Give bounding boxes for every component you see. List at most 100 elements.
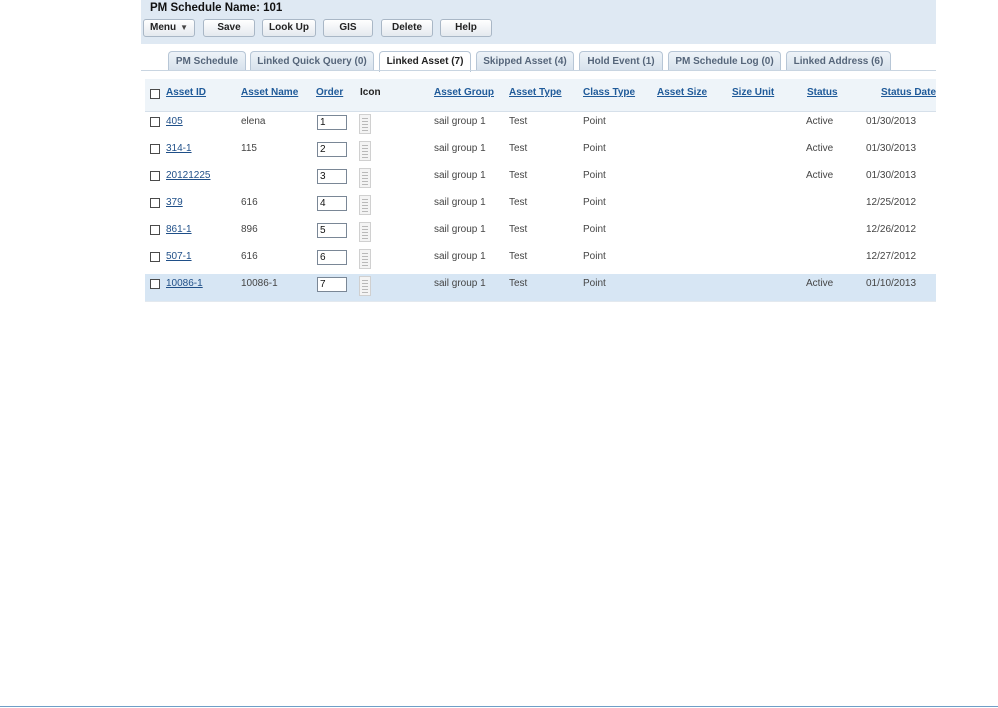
header-size-unit[interactable]: Size Unit (732, 87, 774, 98)
menu-button-label: Menu (149, 22, 177, 33)
row-checkbox[interactable] (150, 144, 160, 154)
order-input[interactable] (317, 142, 347, 157)
header-asset-size[interactable]: Asset Size (657, 87, 707, 98)
status: Active (806, 170, 834, 181)
tab-divider (141, 70, 936, 71)
asset-id-link[interactable]: 405 (166, 116, 183, 127)
header-asset-group[interactable]: Asset Group (434, 87, 494, 98)
footer-divider (0, 706, 998, 707)
header-class-type[interactable]: Class Type (583, 87, 635, 98)
gis-button[interactable]: GIS (323, 19, 373, 37)
row-checkbox[interactable] (150, 252, 160, 262)
document-icon[interactable] (359, 168, 371, 188)
asset-name: 616 (241, 251, 258, 262)
document-icon[interactable] (359, 195, 371, 215)
status-date: 12/27/2012 (866, 251, 917, 262)
status-date: 12/26/2012 (866, 224, 917, 235)
save-button[interactable]: Save (203, 19, 255, 37)
asset-type: Test (509, 170, 528, 181)
class-type: Point (583, 116, 606, 127)
select-all-checkbox[interactable] (150, 89, 160, 99)
asset-name: 115 (241, 143, 257, 154)
asset-type: Test (509, 278, 528, 289)
tab-linked-quick-query[interactable]: Linked Quick Query (0) (250, 51, 374, 71)
tab-pm-schedule-log[interactable]: PM Schedule Log (0) (668, 51, 781, 71)
status-date: 01/30/2013 (866, 116, 917, 127)
asset-id-link[interactable]: 861-1 (166, 224, 192, 235)
class-type: Point (583, 197, 606, 208)
header-icon: Icon (360, 87, 381, 98)
document-icon[interactable] (359, 141, 371, 161)
asset-type: Test (509, 224, 528, 235)
document-icon[interactable] (359, 249, 371, 269)
asset-type: Test (509, 251, 528, 262)
asset-group: sail group 1 (434, 278, 486, 289)
order-input[interactable] (317, 277, 347, 292)
table-row[interactable]: 405 elena sail group 1 Test Point Active… (145, 112, 936, 140)
table-row[interactable]: 379 616 sail group 1 Test Point 12/25/20… (145, 193, 936, 221)
asset-id-link[interactable]: 379 (166, 197, 183, 208)
table-row[interactable]: 507-1 616 sail group 1 Test Point 12/27/… (145, 247, 936, 275)
document-icon[interactable] (359, 114, 371, 134)
header-asset-type[interactable]: Asset Type (509, 87, 562, 98)
document-icon[interactable] (359, 276, 371, 296)
table-row[interactable]: 20121225 sail group 1 Test Point Active … (145, 166, 936, 194)
tab-linked-asset[interactable]: Linked Asset (7) (379, 51, 471, 72)
status-date: 12/25/2012 (866, 197, 917, 208)
status-date: 01/30/2013 (866, 170, 917, 181)
tab-skipped-asset[interactable]: Skipped Asset (4) (476, 51, 574, 71)
header-status[interactable]: Status (807, 87, 838, 98)
tab-pm-schedule[interactable]: PM Schedule (168, 51, 246, 71)
status-date: 01/10/2013 (866, 278, 917, 289)
order-input[interactable] (317, 250, 347, 265)
lookup-button[interactable]: Look Up (262, 19, 316, 37)
class-type: Point (583, 170, 606, 181)
row-checkbox[interactable] (150, 225, 160, 235)
order-input[interactable] (317, 196, 347, 211)
class-type: Point (583, 143, 606, 154)
tab-linked-address[interactable]: Linked Address (6) (786, 51, 891, 71)
asset-id-link[interactable]: 20121225 (166, 170, 211, 181)
page-title: PM Schedule Name: 101 (150, 2, 283, 14)
delete-button[interactable]: Delete (381, 19, 433, 37)
class-type: Point (583, 224, 606, 235)
class-type: Point (583, 278, 606, 289)
asset-type: Test (509, 197, 528, 208)
header-asset-id[interactable]: Asset ID (166, 87, 206, 98)
asset-group: sail group 1 (434, 224, 486, 235)
document-icon[interactable] (359, 222, 371, 242)
row-checkbox[interactable] (150, 117, 160, 127)
table-row[interactable]: 314-1 115 sail group 1 Test Point Active… (145, 139, 936, 167)
asset-id-link[interactable]: 314-1 (166, 143, 192, 154)
asset-group: sail group 1 (434, 170, 486, 181)
header-asset-name[interactable]: Asset Name (241, 87, 298, 98)
tab-hold-event[interactable]: Hold Event (1) (579, 51, 663, 71)
asset-id-link[interactable]: 10086-1 (166, 278, 203, 289)
status-date: 01/30/2013 (866, 143, 917, 154)
header-status-date[interactable]: Status Date (881, 87, 936, 98)
page-header: PM Schedule Name: 101 Menu ▼ Save Look Up… (141, 0, 936, 44)
order-input[interactable] (317, 223, 347, 238)
row-checkbox[interactable] (150, 198, 160, 208)
asset-name: elena (241, 116, 266, 127)
status: Active (806, 278, 834, 289)
order-input[interactable] (317, 115, 347, 130)
asset-type: Test (509, 116, 528, 127)
grid-header: Asset ID Asset Name Order Icon Asset Gro… (145, 79, 936, 112)
class-type: Point (583, 251, 606, 262)
order-input[interactable] (317, 169, 347, 184)
help-button[interactable]: Help (440, 19, 492, 37)
asset-group: sail group 1 (434, 143, 486, 154)
table-row-selected[interactable]: 10086-1 10086-1 sail group 1 Test Point … (145, 274, 936, 302)
row-checkbox[interactable] (150, 279, 160, 289)
header-order[interactable]: Order (316, 87, 343, 98)
asset-id-link[interactable]: 507-1 (166, 251, 192, 262)
row-checkbox[interactable] (150, 171, 160, 181)
asset-name: 616 (241, 197, 258, 208)
asset-type: Test (509, 143, 528, 154)
menu-button[interactable]: Menu ▼ (143, 19, 195, 37)
status: Active (806, 116, 834, 127)
table-row[interactable]: 861-1 896 sail group 1 Test Point 12/26/… (145, 220, 936, 248)
asset-group: sail group 1 (434, 116, 486, 127)
asset-name: 896 (241, 224, 258, 235)
